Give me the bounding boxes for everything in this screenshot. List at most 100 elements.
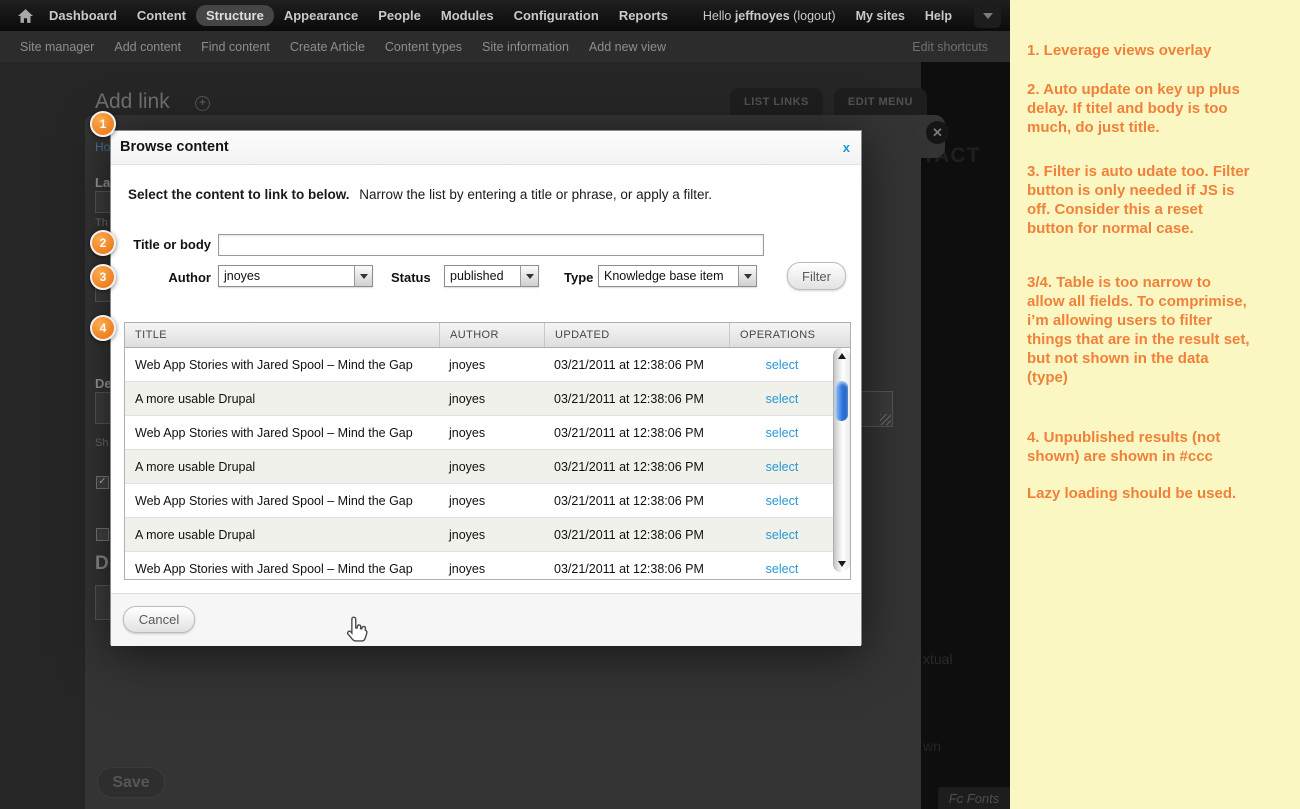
row-title: A more usable Drupal <box>125 460 439 474</box>
row-updated: 03/21/2011 at 12:38:06 PM <box>544 358 729 372</box>
table-row: Web App Stories with Jared Spool – Mind … <box>125 416 835 450</box>
toolbar-item[interactable]: Structure <box>196 5 274 26</box>
label-field-label: La <box>95 175 110 190</box>
scroll-down-arrow-icon[interactable] <box>838 561 846 567</box>
select-link[interactable]: select <box>766 562 799 576</box>
author-filter-label: Author <box>111 270 211 285</box>
instruction-rest: Narrow the list by entering a title or p… <box>359 187 712 202</box>
toolbar-item[interactable]: Configuration <box>504 5 609 26</box>
page-tab[interactable]: LIST LINKS <box>730 88 823 117</box>
table-scrollbar[interactable] <box>833 348 850 572</box>
cancel-button[interactable]: Cancel <box>123 606 195 633</box>
type-filter-label: Type <box>564 270 593 285</box>
annotation-badge-2: 2 <box>90 230 116 256</box>
row-title: Web App Stories with Jared Spool – Mind … <box>125 494 439 508</box>
user-greeting[interactable]: Hello jeffnoyes (logout) <box>693 9 846 23</box>
table-row: Web App Stories with Jared Spool – Mind … <box>125 484 835 518</box>
shortcut-item[interactable]: Find content <box>191 40 280 54</box>
home-icon[interactable] <box>18 9 33 23</box>
chevron-down-icon <box>983 13 993 19</box>
row-title: Web App Stories with Jared Spool – Mind … <box>125 426 439 440</box>
status-select-value: published <box>445 269 520 283</box>
background-text-fragment: xtual <box>923 651 953 667</box>
annotation-note: Lazy loading should be used. <box>1027 484 1252 503</box>
table-body: Web App Stories with Jared Spool – Mind … <box>124 348 851 580</box>
row-title: Web App Stories with Jared Spool – Mind … <box>125 562 439 576</box>
status-select[interactable]: published <box>444 265 539 287</box>
annotation-sidebar: 1. Leverage views overlay2. Auto update … <box>1010 0 1300 809</box>
toolbar-item[interactable]: Reports <box>609 5 678 26</box>
row-updated: 03/21/2011 at 12:38:06 PM <box>544 494 729 508</box>
row-author: jnoyes <box>439 494 544 508</box>
select-arrow-icon <box>354 266 372 286</box>
page-title: Add link <box>95 90 170 114</box>
annotation-note: 3. Filter is auto udate too. Filter butt… <box>1027 162 1252 238</box>
row-author: jnoyes <box>439 358 544 372</box>
browse-content-modal: Browse content x Select the content to l… <box>110 130 862 645</box>
column-header-operations[interactable]: OPERATIONS <box>729 323 850 347</box>
title-or-body-input[interactable] <box>218 234 764 256</box>
shortcut-item[interactable]: Site manager <box>10 40 104 54</box>
toolbar-item[interactable]: People <box>368 5 431 26</box>
field-help-text: Sh <box>95 437 108 449</box>
column-header-updated[interactable]: UPDATED <box>544 323 729 347</box>
select-link[interactable]: select <box>766 392 799 406</box>
row-author: jnoyes <box>439 562 544 576</box>
site-background: TACT xtual wn Fc Fonts <box>921 62 1010 809</box>
toolbar-right: Hello jeffnoyes (logout) My sites Help <box>693 3 1010 28</box>
toolbar-item[interactable]: Appearance <box>274 5 368 26</box>
annotation-note: 3/4. Table is too narrow to allow all fi… <box>1027 273 1252 387</box>
row-title: A more usable Drupal <box>125 392 439 406</box>
toolbar-toggle-button[interactable] <box>974 3 1001 28</box>
page-tab[interactable]: EDIT MENU <box>834 88 927 117</box>
select-link[interactable]: select <box>766 358 799 372</box>
enabled-checkbox[interactable]: ✓ <box>96 476 109 489</box>
table-row: A more usable Drupal jnoyes 03/21/2011 a… <box>125 518 835 552</box>
expanded-checkbox[interactable] <box>96 528 109 541</box>
toolbar-item[interactable]: Modules <box>431 5 504 26</box>
my-sites-link[interactable]: My sites <box>846 9 915 23</box>
save-button[interactable]: Save <box>97 767 165 798</box>
scrollbar-thumb[interactable] <box>835 381 848 421</box>
column-header-title[interactable]: TITLE <box>125 323 439 347</box>
select-link[interactable]: select <box>766 528 799 542</box>
annotation-badge-4: 4 <box>90 315 116 341</box>
annotation-note: 2. Auto update on key up plus delay. If … <box>1027 80 1252 137</box>
help-link[interactable]: Help <box>915 9 962 23</box>
type-select-value: Knowledge base item <box>599 269 738 283</box>
overlay-close-button[interactable]: ✕ <box>926 121 949 144</box>
logout-link[interactable]: (logout) <box>790 9 836 23</box>
hand-cursor-icon <box>344 615 370 650</box>
shortcut-item[interactable]: Add content <box>104 40 191 54</box>
modal-header: Browse content x <box>111 131 861 165</box>
section-heading: D <box>95 553 109 575</box>
edit-shortcuts-link[interactable]: Edit shortcuts <box>912 40 988 54</box>
breadcrumb[interactable]: Ho <box>95 140 110 154</box>
field-help-text: Th <box>95 217 108 229</box>
annotation-badge-3: 3 <box>90 264 116 290</box>
add-icon[interactable]: + <box>195 96 210 111</box>
shortcut-item[interactable]: Content types <box>375 40 472 54</box>
select-link[interactable]: select <box>766 460 799 474</box>
column-header-author[interactable]: AUTHOR <box>439 323 544 347</box>
author-select[interactable]: jnoyes <box>218 265 373 287</box>
annotation-badge-1: 1 <box>90 111 116 137</box>
select-link[interactable]: select <box>766 426 799 440</box>
type-select[interactable]: Knowledge base item <box>598 265 757 287</box>
select-link[interactable]: select <box>766 494 799 508</box>
row-author: jnoyes <box>439 460 544 474</box>
close-icon[interactable]: x <box>843 131 850 164</box>
shortcut-item[interactable]: Create Article <box>280 40 375 54</box>
toolbar-item[interactable]: Content <box>127 5 196 26</box>
table-rows: Web App Stories with Jared Spool – Mind … <box>125 348 850 580</box>
scroll-up-arrow-icon[interactable] <box>838 353 846 359</box>
toolbar-item[interactable]: Dashboard <box>39 5 127 26</box>
screen: DashboardContentStructureAppearancePeopl… <box>0 0 1300 809</box>
row-updated: 03/21/2011 at 12:38:06 PM <box>544 562 729 576</box>
shortcut-item[interactable]: Site information <box>472 40 579 54</box>
filter-button[interactable]: Filter <box>787 262 846 290</box>
background-text-fragment: wn <box>923 738 941 754</box>
row-updated: 03/21/2011 at 12:38:06 PM <box>544 460 729 474</box>
shortcut-item[interactable]: Add new view <box>579 40 676 54</box>
textarea-resize-grip[interactable] <box>861 391 893 427</box>
